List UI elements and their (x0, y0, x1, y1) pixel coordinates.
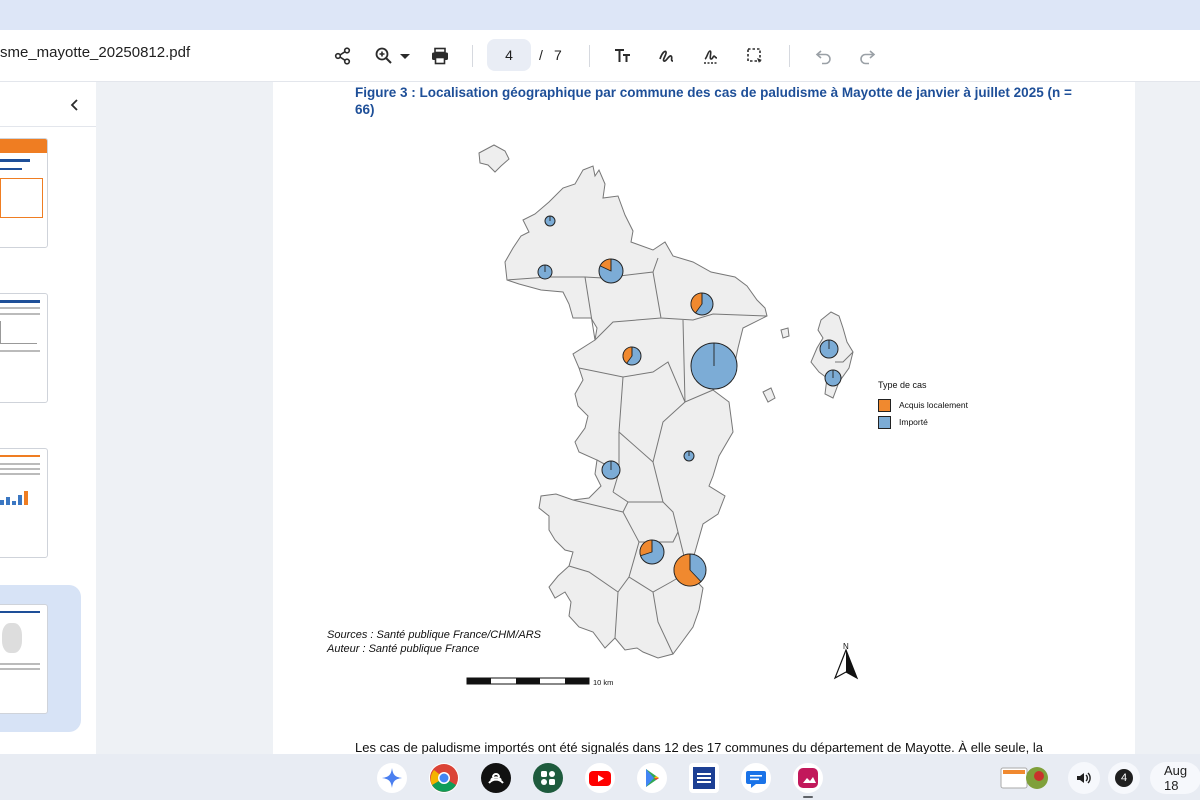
case-pie-1 (544, 215, 556, 227)
sources-line: Sources : Santé publique France/CHM/ARS (327, 629, 541, 641)
legend-label-imported: Importé (899, 417, 928, 427)
body-paragraph: Les cas de paludisme importés ont été si… (355, 740, 1043, 754)
chevron-down-icon[interactable] (393, 42, 417, 70)
undo-icon[interactable] (810, 42, 838, 70)
page-number-input[interactable] (487, 39, 531, 71)
case-pie-5 (622, 346, 642, 366)
notification-badge[interactable]: 4 (1108, 762, 1140, 794)
case-pie-9 (601, 460, 621, 480)
youtube-icon[interactable] (585, 763, 615, 793)
north-label: N (843, 642, 849, 651)
chevron-left-icon[interactable] (64, 94, 86, 116)
share-icon[interactable] (329, 42, 357, 70)
google-apps-icon[interactable] (533, 763, 563, 793)
legend-item-local: Acquis localement (878, 398, 968, 412)
figure-sources: Sources : Santé publique France/CHM/ARS … (327, 628, 541, 656)
play-store-icon[interactable] (637, 763, 667, 793)
case-pie-6 (690, 342, 738, 390)
case-pie-8 (824, 369, 842, 387)
page-thumbnail-4[interactable] (0, 604, 48, 714)
tray-thumbnail-icon[interactable] (997, 762, 1057, 794)
gallery-icon[interactable] (793, 763, 823, 793)
case-pie-3 (598, 258, 624, 284)
author-line: Auteur : Santé publique France (327, 643, 480, 655)
legend-item-imported: Importé (878, 415, 928, 429)
select-area-icon[interactable] (741, 42, 769, 70)
legend-swatch-imported (878, 415, 891, 429)
signature-icon[interactable] (697, 42, 725, 70)
case-pie-11 (639, 539, 665, 565)
weather-channel-icon[interactable] (689, 763, 719, 793)
chrome-icon[interactable] (429, 763, 459, 793)
page-thumbnail-3[interactable] (0, 448, 48, 558)
volume-icon[interactable] (1068, 762, 1100, 794)
redo-icon[interactable] (853, 42, 881, 70)
case-pie-12 (673, 553, 707, 587)
sidebar-header (0, 82, 96, 127)
page-total: 7 (554, 47, 562, 63)
legend-swatch-local (878, 398, 891, 412)
gemini-icon[interactable] (377, 763, 407, 793)
messages-icon[interactable] (741, 763, 771, 793)
file-name: sme_mayotte_20250812.pdf (0, 44, 191, 61)
case-pie-4 (690, 292, 714, 316)
thumbnail-sidebar (0, 82, 96, 754)
scale-label: 10 km (593, 678, 614, 687)
window-title-strip (0, 0, 1200, 30)
text-icon[interactable] (609, 42, 637, 70)
print-icon[interactable] (426, 42, 454, 70)
page-separator: / (539, 47, 543, 63)
page-thumbnail-2[interactable] (0, 293, 48, 403)
legend-label-local: Acquis localement (899, 400, 968, 410)
pdf-page: Figure 3 : Localisation géographique par… (273, 82, 1135, 754)
page-thumbnail-1[interactable] (0, 138, 48, 248)
case-pie-2 (537, 264, 553, 280)
date-display[interactable]: Aug 18 (1150, 762, 1200, 794)
pdf-toolbar: sme_mayotte_20250812.pdf / 7 (0, 30, 1200, 82)
document-viewport: Figure 3 : Localisation géographique par… (96, 82, 1200, 754)
draw-icon[interactable] (653, 42, 681, 70)
active-app-indicator (803, 796, 813, 798)
case-pie-10 (683, 450, 695, 462)
legend-title: Type de cas (878, 380, 927, 390)
podcast-icon[interactable] (481, 763, 511, 793)
case-pie-7 (819, 339, 839, 359)
notification-count: 4 (1115, 769, 1133, 787)
